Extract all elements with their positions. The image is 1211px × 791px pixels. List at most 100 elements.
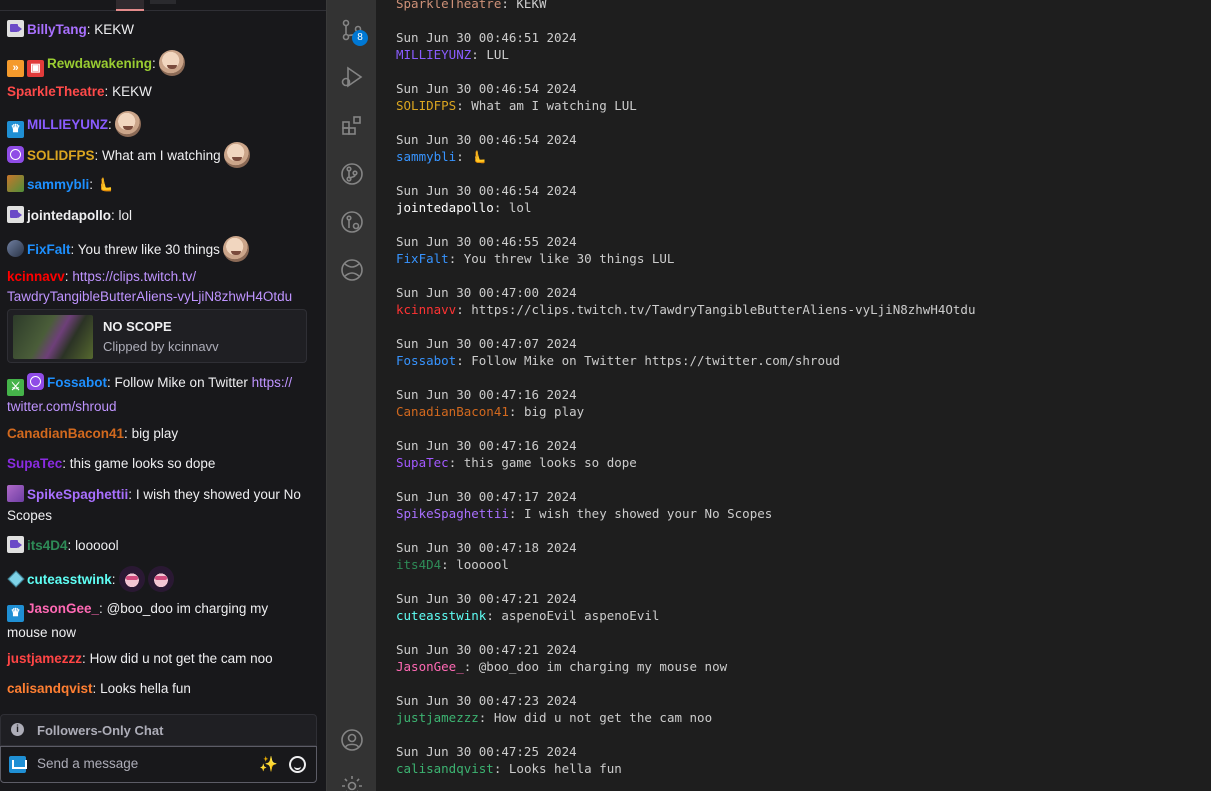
log-username: kcinnavv [396, 302, 457, 317]
log-line: FixFalt: You threw like 30 things LUL [396, 250, 1196, 267]
log-timestamp: Sun Jun 30 00:47:21 2024 [396, 591, 577, 606]
chat-message: calisandqvist: Looks hella fun [7, 681, 191, 696]
log-line: sammybli: 🫷 [396, 148, 1196, 165]
chat-username[interactable]: SparkleTheatre [7, 84, 105, 99]
git-graph-icon[interactable] [340, 162, 364, 186]
chat-username[interactable]: BillyTang [27, 22, 87, 37]
scm-count-badge: 8 [352, 30, 368, 46]
log-line: SupaTec: this game looks so dope [396, 454, 1196, 471]
twitter-link-continued[interactable]: twitter.com/shroud [7, 399, 117, 414]
log-text: : https://clips.twitch.tv/TawdryTangible… [456, 302, 976, 317]
clip-thumbnail[interactable] [13, 315, 93, 359]
subscriber-badge-icon[interactable] [7, 485, 24, 502]
chat-message: ⚔ Fossabot: Follow Mike on Twitter https:… [7, 373, 293, 414]
twitter-link[interactable]: https:// [252, 375, 293, 390]
remote-icon[interactable] [340, 210, 364, 234]
prime-crown-badge-icon[interactable] [9, 756, 27, 773]
verified-badge-icon[interactable] [27, 373, 44, 390]
log-username: cuteasstwink [396, 608, 487, 623]
video-badge-icon[interactable] [7, 206, 24, 223]
prime-crown-badge-icon[interactable]: ♛ [7, 121, 24, 138]
chat-username[interactable]: kcinnavv [7, 269, 65, 284]
chat-message: ♛ JasonGee_: @boo_doo im charging my mous… [7, 601, 269, 640]
log-line: MILLIEYUNZ: LUL [396, 46, 1196, 63]
log-entry: SparkleTheatre: KEKW [396, 0, 1196, 12]
active-tab-indicator[interactable] [116, 0, 144, 11]
emote-picker-icon[interactable] [289, 756, 306, 773]
log-username: calisandqvist [396, 761, 494, 776]
chat-log-output[interactable]: SparkleTheatre: KEKW Sun Jun 30 00:46:51… [376, 0, 1211, 791]
custom-badge-icon[interactable] [7, 175, 24, 192]
log-username: jointedapollo [396, 200, 494, 215]
custom-badge-icon[interactable] [7, 240, 24, 257]
bits-badge-icon[interactable]: » [7, 60, 24, 77]
log-text: : I wish they showed your No Scopes [508, 506, 773, 521]
log-timestamp: Sun Jun 30 00:47:23 2024 [396, 693, 577, 708]
gem-badge-icon[interactable] [7, 570, 24, 587]
chat-message: jointedapollo: lol [7, 205, 319, 227]
chat-username[interactable]: MILLIEYUNZ [27, 117, 108, 132]
log-timestamp: Sun Jun 30 00:46:51 2024 [396, 30, 577, 45]
log-line: its4D4: loooool [396, 556, 1196, 573]
chat-username[interactable]: calisandqvist [7, 681, 93, 696]
aspenoevil-emote-icon[interactable] [147, 566, 174, 592]
aspenoevil-emote-icon[interactable] [118, 566, 145, 592]
chat-message: BillyTang: KEKW [7, 19, 319, 41]
chat-input-box[interactable]: ✨ [0, 746, 317, 783]
chat-message: sammybli: 🫷 [7, 174, 319, 196]
log-text: : 🫷 [456, 149, 487, 164]
kekw-emote-icon[interactable] [158, 50, 185, 76]
chat-username[interactable]: CanadianBacon41 [7, 426, 124, 441]
log-text: : LUL [471, 47, 509, 62]
log-entry: Sun Jun 30 00:46:55 2024 FixFalt: You thr… [396, 233, 1196, 267]
log-timestamp: Sun Jun 30 00:46:55 2024 [396, 234, 577, 249]
log-username: its4D4 [396, 557, 442, 572]
tab-indicator[interactable] [150, 0, 176, 4]
log-username: justjamezzz [396, 710, 479, 725]
video-badge-icon[interactable] [7, 536, 24, 553]
log-timestamp: Sun Jun 30 00:46:54 2024 [396, 132, 577, 147]
verified-badge-icon[interactable] [7, 146, 24, 163]
log-text: : loooool [441, 557, 509, 572]
chat-message: SparkleTheatre: KEKW [7, 84, 152, 99]
chat-username[interactable]: Fossabot [47, 375, 107, 390]
chat-username[interactable]: SpikeSpaghettii [27, 487, 128, 502]
chat-username[interactable]: SOLIDFPS [27, 148, 95, 163]
chat-username[interactable]: jointedapollo [27, 208, 111, 223]
log-text: : lol [493, 200, 532, 215]
video-badge-icon[interactable] [7, 20, 24, 37]
prime-crown-badge-icon[interactable]: ♛ [7, 605, 24, 622]
chat-username[interactable]: SupaTec [7, 456, 62, 471]
clip-preview-card[interactable]: NO SCOPE Clipped by kcinnavv [7, 309, 307, 363]
log-username: MILLIEYUNZ [396, 47, 472, 62]
chat-text: What am I watching [102, 148, 221, 163]
chat-text: loooool [75, 538, 119, 553]
chat-username[interactable]: FixFalt [27, 242, 71, 257]
chat-username[interactable]: JasonGee_ [27, 601, 99, 616]
chat-username[interactable]: its4D4 [27, 538, 68, 553]
kekw-emote-icon[interactable] [222, 236, 249, 262]
chat-message: SOLIDFPS: What am I watching [7, 142, 319, 168]
followers-only-label: Followers-Only Chat [37, 723, 164, 738]
chat-username[interactable]: sammybli [27, 177, 89, 192]
moderator-sword-badge-icon[interactable]: ⚔ [7, 379, 24, 396]
bits-cheer-icon[interactable]: ✨ [259, 756, 278, 774]
kekw-emote-icon[interactable] [223, 142, 250, 168]
send-message-input[interactable] [37, 756, 237, 771]
live-share-icon[interactable] [340, 258, 364, 282]
settings-gear-icon[interactable] [340, 774, 364, 791]
gift-badge-icon[interactable]: ▣ [27, 60, 44, 77]
account-icon[interactable] [340, 728, 364, 752]
clip-link[interactable]: https://clips.twitch.tv/ [72, 269, 196, 284]
log-entry: Sun Jun 30 00:47:21 2024 JasonGee_: @boo_… [396, 641, 1196, 675]
clip-link-continued[interactable]: TawdryTangibleButterAliens-vyLjiN8zhwH4O… [7, 289, 292, 304]
kekw-emote-icon[interactable] [114, 111, 141, 137]
log-username: SOLIDFPS [396, 98, 457, 113]
info-icon[interactable]: i [11, 723, 24, 736]
chat-username[interactable]: cuteasstwink [27, 572, 112, 587]
run-debug-icon[interactable] [340, 65, 364, 89]
chat-username[interactable]: Rewdawakening [47, 56, 152, 71]
extensions-icon[interactable] [340, 114, 364, 138]
chat-text: lol [118, 208, 133, 223]
chat-username[interactable]: justjamezzz [7, 651, 82, 666]
